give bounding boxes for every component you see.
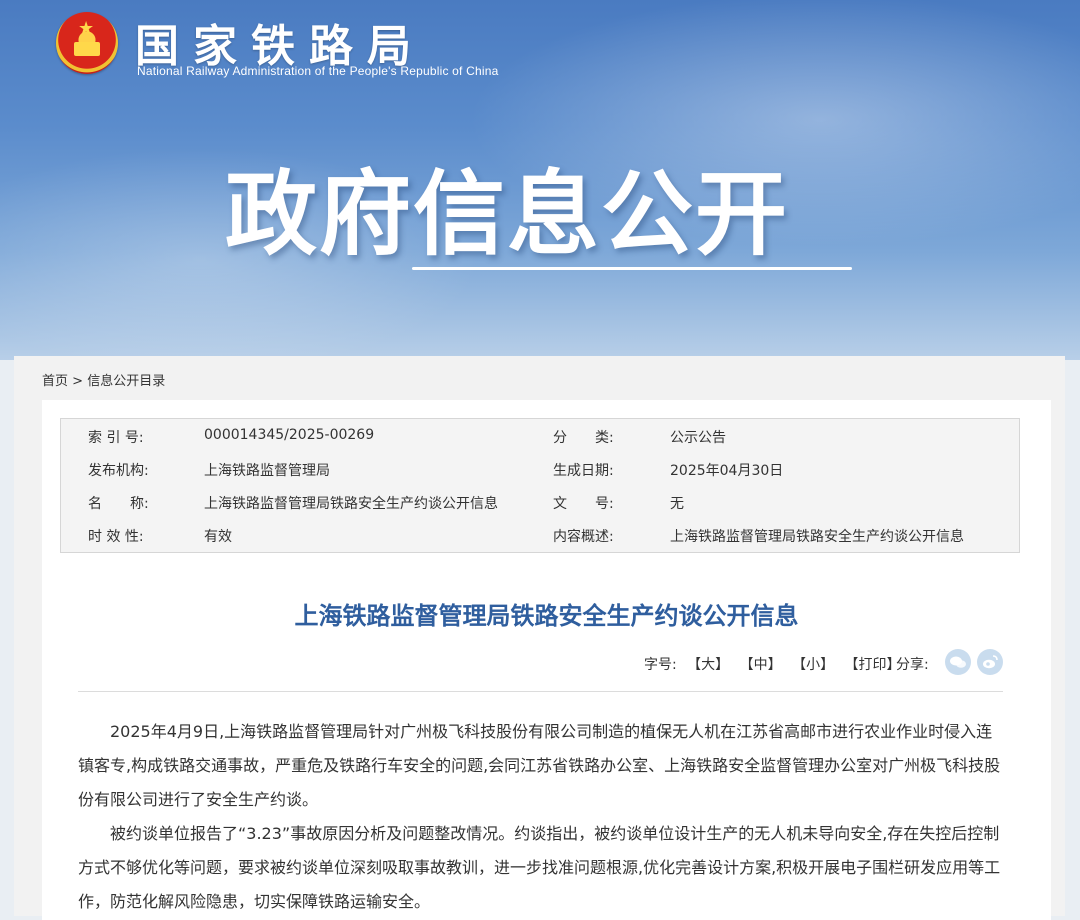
weibo-icon[interactable] <box>977 649 1003 675</box>
wechat-icon[interactable] <box>945 649 971 675</box>
header-banner: ★ 国家铁路局 National Railway Administration … <box>0 0 1080 360</box>
breadcrumb-separator: > <box>72 374 84 389</box>
divider <box>78 691 1003 692</box>
category-label: 分 类: <box>553 430 614 446</box>
print-button[interactable]: 【打印】 <box>845 657 901 673</box>
summary-value: 上海铁路监督管理局铁路安全生产约谈公开信息 <box>670 529 964 545</box>
metadata-row: 名 称: 上海铁路监督管理局铁路安全生产约谈公开信息 文 号: 无 <box>61 485 1019 518</box>
publisher-value: 上海铁路监督管理局 <box>204 463 330 479</box>
created-date-label: 生成日期: <box>553 463 614 479</box>
article-body: 2025年4月9日,上海铁路监督管理局针对广州极飞科技股份有限公司制造的植保无人… <box>78 715 1003 919</box>
breadcrumb: 首页 > 信息公开目录 <box>42 370 165 389</box>
paragraph: 2025年4月9日,上海铁路监督管理局针对广州极飞科技股份有限公司制造的植保无人… <box>78 722 1001 809</box>
section-title: 政府信息公开 <box>225 161 790 268</box>
title-underline <box>412 267 852 270</box>
share-label: 分享: <box>896 657 929 673</box>
index-number-value: 000014345/2025-00269 <box>204 427 375 443</box>
validity-value: 有效 <box>204 529 232 545</box>
index-number-label: 索 引 号: <box>88 430 144 446</box>
category-value: 公示公告 <box>670 430 726 446</box>
article-title: 上海铁路监督管理局铁路安全生产约谈公开信息 <box>294 602 799 630</box>
content-panel: 首页 > 信息公开目录 索 引 号: 000014345/2025-00269 … <box>14 356 1065 920</box>
breadcrumb-current-link[interactable]: 信息公开目录 <box>87 374 165 389</box>
font-medium-button[interactable]: 【中】 <box>740 657 782 673</box>
document-number-value: 无 <box>670 496 684 512</box>
created-date-value: 2025年04月30日 <box>670 463 784 479</box>
metadata-table: 索 引 号: 000014345/2025-00269 分 类: 公示公告 发布… <box>60 418 1020 553</box>
metadata-row: 时 效 性: 有效 内容概述: 上海铁路监督管理局铁路安全生产约谈公开信息 <box>61 518 1019 551</box>
name-value: 上海铁路监督管理局铁路安全生产约谈公开信息 <box>204 496 498 512</box>
document-number-label: 文 号: <box>553 496 614 512</box>
breadcrumb-home-link[interactable]: 首页 <box>42 374 68 389</box>
article-card: 索 引 号: 000014345/2025-00269 分 类: 公示公告 发布… <box>42 400 1051 920</box>
org-name-english: National Railway Administration of the P… <box>137 64 499 78</box>
paragraph: 被约谈单位报告了“3.23”事故原因分析及问题整改情况。约谈指出，被约谈单位设计… <box>78 824 1001 911</box>
national-emblem-icon[interactable]: ★ <box>56 12 118 74</box>
metadata-row: 发布机构: 上海铁路监督管理局 生成日期: 2025年04月30日 <box>61 452 1019 485</box>
font-small-button[interactable]: 【小】 <box>792 657 834 673</box>
metadata-row: 索 引 号: 000014345/2025-00269 分 类: 公示公告 <box>61 419 1019 452</box>
font-large-button[interactable]: 【大】 <box>687 657 729 673</box>
validity-label: 时 效 性: <box>88 529 144 545</box>
font-size-toolbar: 字号: 【大】 【中】 【小】 【打印】 <box>644 654 901 674</box>
summary-label: 内容概述: <box>553 529 614 545</box>
name-label: 名 称: <box>88 496 149 512</box>
publisher-label: 发布机构: <box>88 463 149 479</box>
font-size-label: 字号: <box>644 657 677 673</box>
